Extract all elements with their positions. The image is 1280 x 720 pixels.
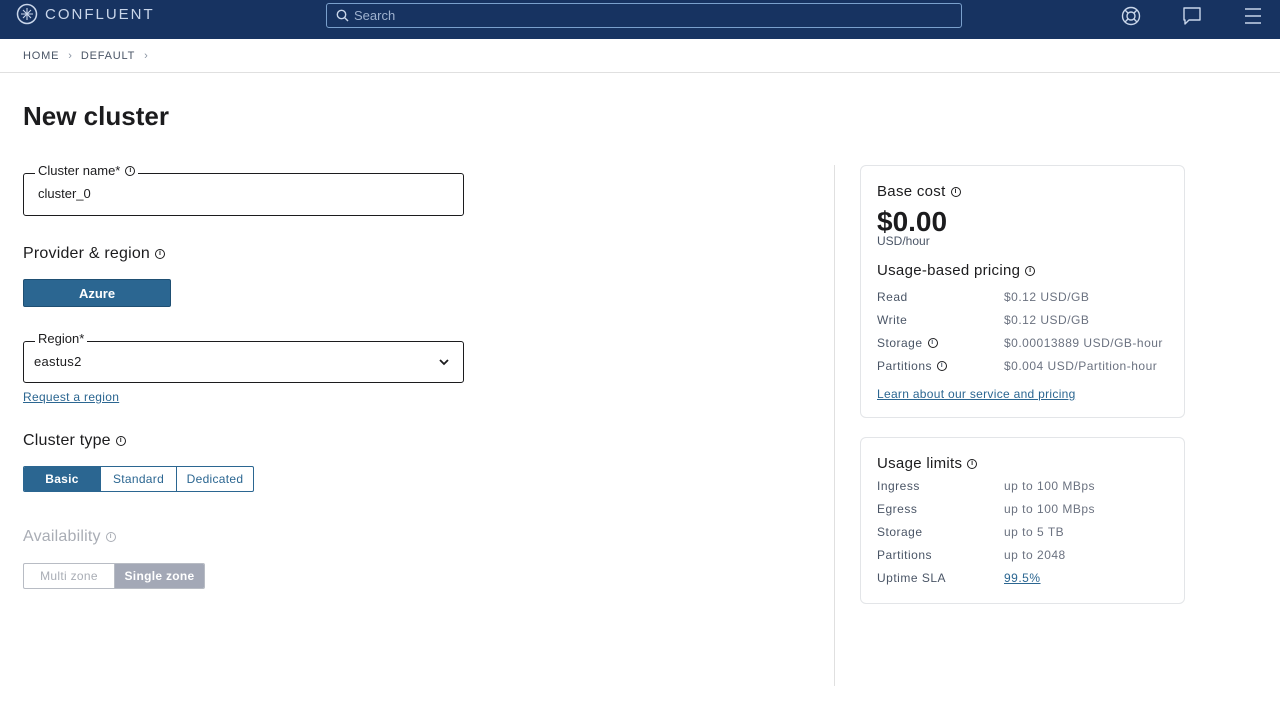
- pricing-row-label: Storage i: [877, 336, 938, 350]
- usage-pricing-title: Usage-based pricing i: [877, 262, 1036, 279]
- cost-card: Base cost i $0.00 USD/hour Usage-based p…: [860, 165, 1185, 418]
- provider-region-title: Provider & region i: [23, 245, 166, 263]
- availability-title: Availability i: [23, 528, 116, 546]
- usage-pricing-title-text: Usage-based pricing: [877, 262, 1021, 279]
- region-select[interactable]: eastus2: [23, 341, 464, 383]
- chevron-down-icon: [439, 359, 449, 366]
- limit-row-value: up to 5 TB: [1004, 525, 1065, 539]
- chat-icon[interactable]: [1181, 5, 1203, 27]
- usage-limits-card: Usage limits i Ingress up to 100 MBps Eg…: [860, 437, 1185, 604]
- info-icon[interactable]: i: [115, 436, 126, 446]
- uptime-sla-link[interactable]: 99.5%: [1004, 571, 1041, 585]
- cluster-name-label-text: Cluster name*: [38, 163, 121, 178]
- base-cost-unit: USD/hour: [877, 234, 930, 248]
- search-icon: [336, 9, 349, 22]
- limit-row-label: Partitions: [877, 548, 933, 562]
- usage-limits-title-text: Usage limits: [877, 455, 963, 472]
- base-cost-title: Base cost i: [877, 183, 961, 200]
- page-title: New cluster: [23, 101, 169, 131]
- confluent-logo[interactable]: CONFLUENT: [16, 3, 155, 25]
- pricing-row-label: Write: [877, 313, 908, 327]
- info-icon[interactable]: i: [105, 532, 116, 542]
- availability-multi-zone[interactable]: Multi zone: [24, 564, 115, 588]
- pricing-row-label: Partitions i: [877, 359, 948, 373]
- pricing-row-value: $0.00013889 USD/GB-hour: [1004, 336, 1163, 350]
- info-icon[interactable]: i: [967, 458, 978, 469]
- brand-name: CONFLUENT: [45, 5, 155, 23]
- cluster-type-basic[interactable]: Basic: [24, 467, 101, 491]
- cluster-type-dedicated[interactable]: Dedicated: [177, 467, 253, 491]
- top-navigation-bar: CONFLUENT: [0, 0, 1280, 39]
- cluster-name-label: Cluster name* i: [35, 163, 139, 178]
- limit-row-label: Uptime SLA: [877, 571, 947, 585]
- pricing-row-value: $0.004 USD/Partition-hour: [1004, 359, 1158, 373]
- confluent-logo-icon: [16, 3, 38, 25]
- pricing-row-value: $0.12 USD/GB: [1004, 290, 1090, 304]
- search-box[interactable]: [326, 3, 962, 28]
- availability-single-zone[interactable]: Single zone: [115, 564, 204, 588]
- chevron-right-icon: ›: [68, 49, 72, 62]
- pricing-row-value: $0.12 USD/GB: [1004, 313, 1090, 327]
- availability-title-text: Availability: [23, 528, 101, 545]
- learn-pricing-link[interactable]: Learn about our service and pricing: [877, 387, 1076, 401]
- cluster-type-title: Cluster type i: [23, 432, 126, 450]
- limit-row-value: up to 2048: [1004, 548, 1066, 562]
- info-icon[interactable]: i: [937, 361, 948, 371]
- cluster-name-input[interactable]: [38, 186, 438, 201]
- info-icon[interactable]: i: [927, 338, 938, 348]
- chevron-right-icon: ›: [144, 49, 148, 62]
- search-input[interactable]: [354, 8, 961, 23]
- pricing-row-label-text: Storage: [877, 336, 923, 350]
- provider-region-title-text: Provider & region: [23, 245, 151, 262]
- cluster-type-standard[interactable]: Standard: [101, 467, 177, 491]
- breadcrumb: HOME › DEFAULT ›: [0, 39, 1280, 73]
- pricing-row-label: Read: [877, 290, 908, 304]
- menu-icon[interactable]: [1242, 5, 1264, 27]
- request-region-link[interactable]: Request a region: [23, 390, 119, 404]
- cluster-type-selector: Basic Standard Dedicated: [23, 466, 254, 492]
- breadcrumb-default[interactable]: DEFAULT: [81, 50, 135, 62]
- info-icon[interactable]: i: [125, 165, 136, 176]
- vertical-divider: [834, 165, 835, 686]
- pricing-row-label-text: Partitions: [877, 359, 933, 373]
- base-cost-title-text: Base cost: [877, 183, 946, 200]
- help-lifebuoy-icon[interactable]: [1120, 5, 1142, 27]
- region-label: Region*: [35, 331, 88, 346]
- region-label-text: Region*: [38, 331, 85, 346]
- cluster-type-title-text: Cluster type: [23, 432, 111, 449]
- provider-azure-button[interactable]: Azure: [23, 279, 171, 307]
- cluster-name-field[interactable]: [23, 173, 464, 216]
- info-icon[interactable]: i: [1025, 265, 1036, 276]
- limit-row-label: Ingress: [877, 479, 920, 493]
- info-icon[interactable]: i: [155, 249, 166, 259]
- limit-row-label: Egress: [877, 502, 918, 516]
- region-value: eastus2: [34, 354, 82, 369]
- info-icon[interactable]: i: [950, 186, 961, 197]
- limit-row-label: Storage: [877, 525, 923, 539]
- availability-selector: Multi zone Single zone: [23, 563, 205, 589]
- limit-row-value: up to 100 MBps: [1004, 502, 1096, 516]
- limit-row-value: up to 100 MBps: [1004, 479, 1096, 493]
- usage-limits-title: Usage limits i: [877, 455, 978, 472]
- breadcrumb-home[interactable]: HOME: [23, 50, 59, 62]
